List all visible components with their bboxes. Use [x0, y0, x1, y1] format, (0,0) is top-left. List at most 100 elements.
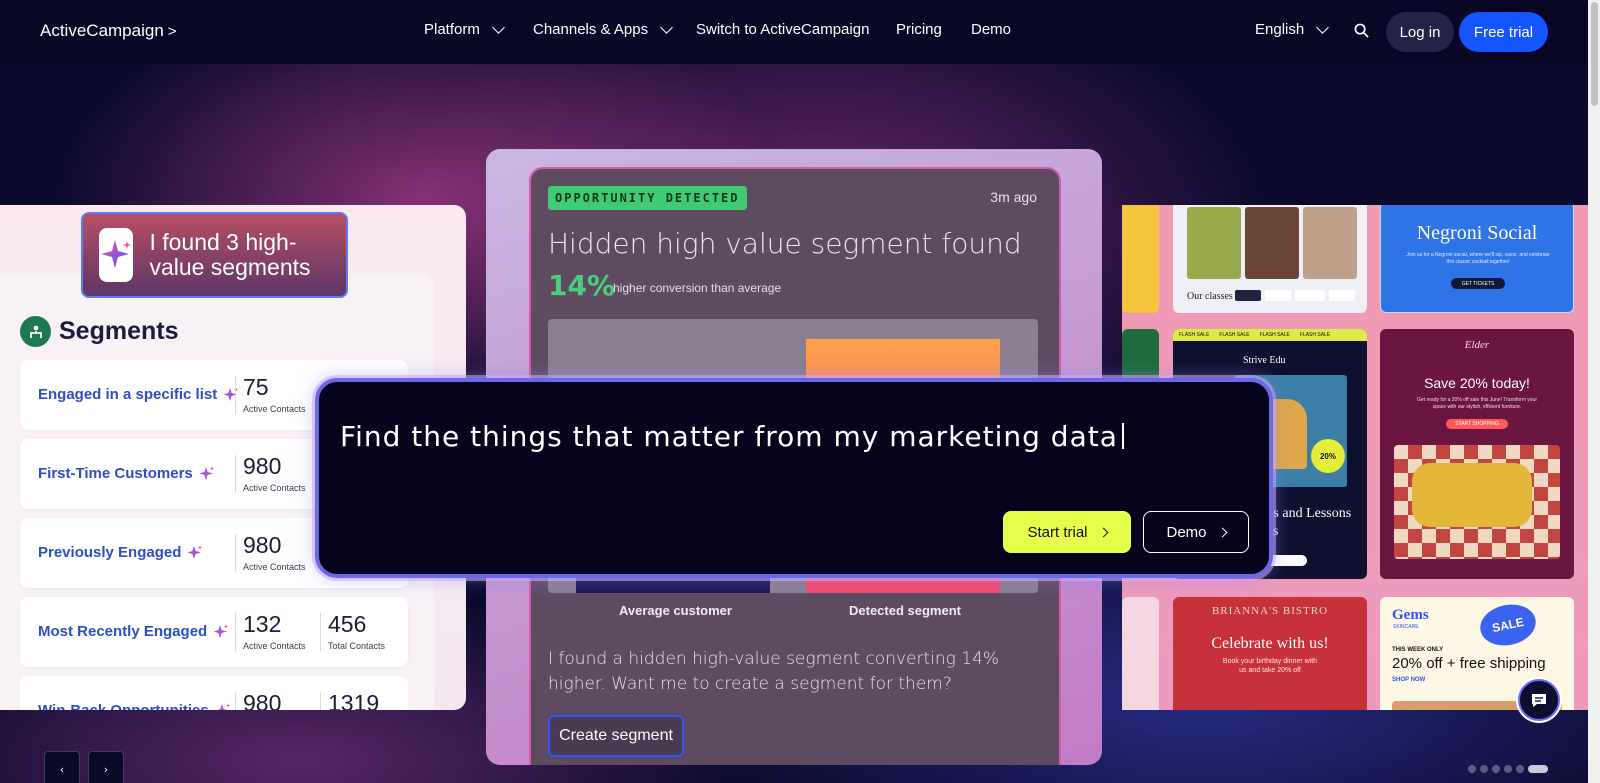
active-contacts-value: 980 — [243, 453, 282, 479]
classes-template: Our classes — [1173, 205, 1367, 313]
nav-item-label: Demo — [971, 21, 1012, 38]
divider — [320, 613, 321, 651]
carousel-dot[interactable] — [1504, 765, 1512, 773]
card-headline: Hidden high value segment found — [548, 227, 1022, 260]
negroni-template: Negroni Social Join us for a Negroni soc… — [1380, 205, 1574, 313]
prompt-text: Find the things that matter from my mark… — [340, 420, 1118, 453]
negroni-text: Join us for a Negroni social, where we'l… — [1406, 252, 1550, 265]
prompt-text-wrap: Find the things that matter from my mark… — [340, 420, 1124, 453]
chat-icon — [1532, 694, 1546, 707]
bistro-template: BRIANNA'S BISTRO Celebrate with us! Book… — [1173, 597, 1367, 710]
segment-name: Engaged in a specific list — [38, 386, 239, 403]
segment-row[interactable]: Most Recently Engaged 132 Active Contacts 4… — [20, 597, 408, 667]
template-tile — [1122, 205, 1159, 313]
chevron-right-icon — [1098, 527, 1108, 537]
chat-button[interactable] — [1518, 679, 1560, 721]
carousel-dots — [1468, 765, 1548, 773]
active-contacts-label: Active Contacts — [243, 404, 306, 414]
gems-logo-text: Gems — [1392, 607, 1429, 623]
chart-label-detected: Detected segment — [849, 603, 961, 618]
segments-icon — [20, 316, 51, 347]
segments-title-text: Segments — [59, 317, 179, 345]
segment-name-text: Engaged in a specific list — [38, 386, 218, 403]
nav-item-platform[interactable]: Platform — [424, 20, 505, 38]
nav-item-label: Switch to ActiveCampaign — [696, 21, 870, 38]
nav-item-channels-apps[interactable]: Channels & Apps — [533, 20, 673, 38]
elder-logo-text: Elder — [1464, 339, 1490, 351]
flash-sale-text: FLASH SALE — [1299, 332, 1331, 338]
carousel-dot[interactable] — [1492, 765, 1500, 773]
language-selector[interactable]: English — [1255, 20, 1330, 38]
chevron-down-icon — [1316, 20, 1330, 34]
sparkle-icon — [199, 466, 214, 480]
opportunity-badge: OPPORTUNITY DETECTED — [548, 186, 747, 210]
nav-item-label: Platform — [424, 21, 480, 38]
start-trial-button[interactable]: Start trial — [1003, 511, 1131, 553]
total-contacts-value: 456 — [328, 611, 367, 637]
sparkle-icon — [187, 545, 203, 559]
carousel-dot[interactable] — [1516, 765, 1524, 773]
elder-template: Elder Save 20% today! Get ready for a 20… — [1380, 329, 1574, 579]
sparkle-icon — [99, 228, 134, 282]
flash-sale-text: FLASH SALE — [1219, 332, 1250, 338]
text-cursor — [1121, 423, 1124, 449]
chevron-down-icon — [491, 20, 505, 34]
segment-name: Most Recently Engaged — [38, 623, 229, 640]
flash-sale-text: FLASH SALE — [1179, 332, 1210, 338]
divider — [235, 376, 236, 414]
gems-sub-text: SKINCARE — [1393, 624, 1419, 630]
this-week-text: THIS WEEK ONLY — [1392, 647, 1444, 653]
segment-name: Previously Engaged — [38, 544, 203, 561]
active-contacts-label: Active Contacts — [243, 562, 306, 572]
carousel-dot[interactable] — [1480, 765, 1488, 773]
ai-prompt-box[interactable]: Find the things that matter from my mark… — [315, 378, 1273, 578]
demo-button[interactable]: Demo — [1143, 511, 1249, 553]
carousel-dot[interactable] — [1528, 765, 1548, 773]
active-contacts-label: Active Contacts — [243, 641, 306, 651]
segment-name-text: Previously Engaged — [38, 544, 182, 561]
start-shopping-button: START SHOPPING — [1446, 419, 1508, 429]
nav-item-pricing[interactable]: Pricing — [896, 21, 942, 38]
scrollbar[interactable] — [1588, 0, 1600, 783]
scrollbar-thumb[interactable] — [1591, 2, 1598, 106]
negroni-title: Negroni Social — [1416, 222, 1538, 244]
nav-item-demo[interactable]: Demo — [971, 21, 1011, 38]
offer-text: 20% off + free shipping — [1392, 655, 1546, 672]
start-trial-label: Start trial — [1027, 523, 1088, 541]
nav-item-label: Pricing — [896, 21, 942, 38]
logo[interactable]: ActiveCampaign > — [40, 21, 177, 41]
segments-title: Segments — [20, 316, 178, 347]
carousel-dot[interactable] — [1468, 765, 1476, 773]
free-trial-button[interactable]: Free trial — [1459, 12, 1548, 52]
flash-sale-text: FLASH SALE — [1259, 332, 1290, 338]
total-contacts-label: Total Contacts — [328, 641, 386, 651]
get-tickets-button: GET TICKETS — [1451, 278, 1505, 289]
chart-label-average: Average customer — [619, 603, 732, 618]
bistro-title: BRIANNA'S BISTRO — [1211, 605, 1329, 617]
login-button[interactable]: Log in — [1386, 12, 1454, 52]
divider — [235, 613, 236, 651]
segment-name-text: Most Recently Engaged — [38, 623, 208, 640]
create-segment-button[interactable]: Create segment — [548, 715, 684, 757]
divider — [235, 455, 236, 493]
sparkle-icon — [223, 387, 239, 401]
our-classes-text: Our classes — [1187, 291, 1233, 302]
carousel-next-button[interactable]: › — [88, 751, 124, 783]
logo-text: ActiveCampaign — [40, 21, 164, 40]
chevron-down-icon — [660, 20, 673, 34]
top-nav: ActiveCampaign > Platform Channels & App… — [0, 0, 1588, 64]
search-icon[interactable] — [1354, 23, 1369, 38]
celebrate-text: Celebrate with us! — [1211, 635, 1329, 652]
ai-callout: I found 3 high-value segments — [81, 212, 348, 298]
logo-chevron-icon: > — [167, 22, 177, 40]
card-body: I found a hidden high-value segment conv… — [548, 649, 1000, 694]
save-text: Save 20% today! — [1424, 375, 1530, 391]
nav-item-switch[interactable]: Switch to ActiveCampaign — [696, 21, 869, 38]
celebrate-sub: Book your birthday dinner with us and ta… — [1222, 658, 1318, 674]
carousel-prev-button[interactable]: ‹ — [44, 751, 80, 783]
conversion-pct: 14% — [548, 269, 616, 302]
language-label: English — [1255, 21, 1305, 38]
chevron-right-icon: › — [103, 762, 109, 776]
active-contacts-value: 132 — [243, 611, 282, 637]
active-contacts-value: 980 — [243, 532, 282, 558]
